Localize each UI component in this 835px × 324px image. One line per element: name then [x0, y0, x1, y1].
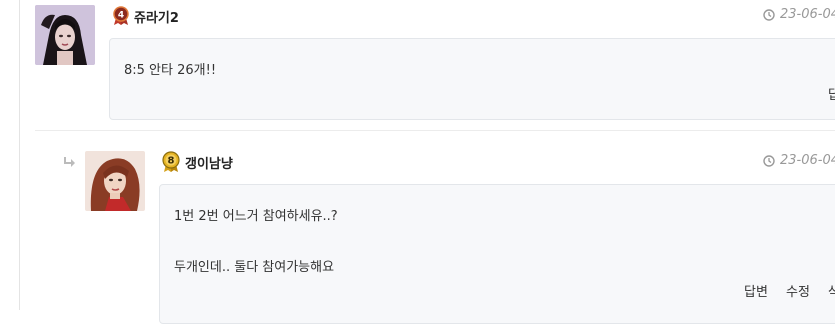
svg-text:8: 8	[168, 156, 175, 167]
reply-button[interactable]: 답	[828, 84, 835, 103]
comment-text: 8:5 안타 26개!!	[124, 63, 217, 78]
clock-icon	[763, 8, 775, 21]
svg-text:4: 4	[118, 11, 124, 21]
level-badge-icon: 8	[161, 151, 181, 177]
comment-date-text: 23-06-04	[780, 153, 835, 168]
comment-date-text: 23-06-04	[780, 7, 835, 22]
comment-text: 두개인데.. 둘다 참여가능해요	[174, 260, 335, 275]
comment-text: 1번 2번 어느거 참여하세유..?	[174, 209, 338, 224]
comment-date: 23-06-04	[763, 7, 835, 22]
reply-button[interactable]: 답변	[744, 281, 768, 300]
edit-button[interactable]: 수정	[786, 281, 810, 300]
avatar[interactable]	[85, 151, 145, 211]
comment-author[interactable]: 갱이남냥	[185, 153, 233, 172]
clock-icon	[763, 154, 775, 167]
comment-divider	[35, 130, 835, 131]
delete-button[interactable]: 삭	[828, 281, 835, 300]
level-badge-icon: 4	[112, 6, 130, 30]
comment-date: 23-06-04	[763, 153, 835, 168]
comment-author[interactable]: 쥬라기2	[134, 7, 179, 26]
comment-body	[109, 38, 835, 120]
avatar[interactable]	[35, 5, 95, 65]
reply-arrow-icon	[63, 153, 77, 172]
left-border-line	[19, 0, 20, 310]
